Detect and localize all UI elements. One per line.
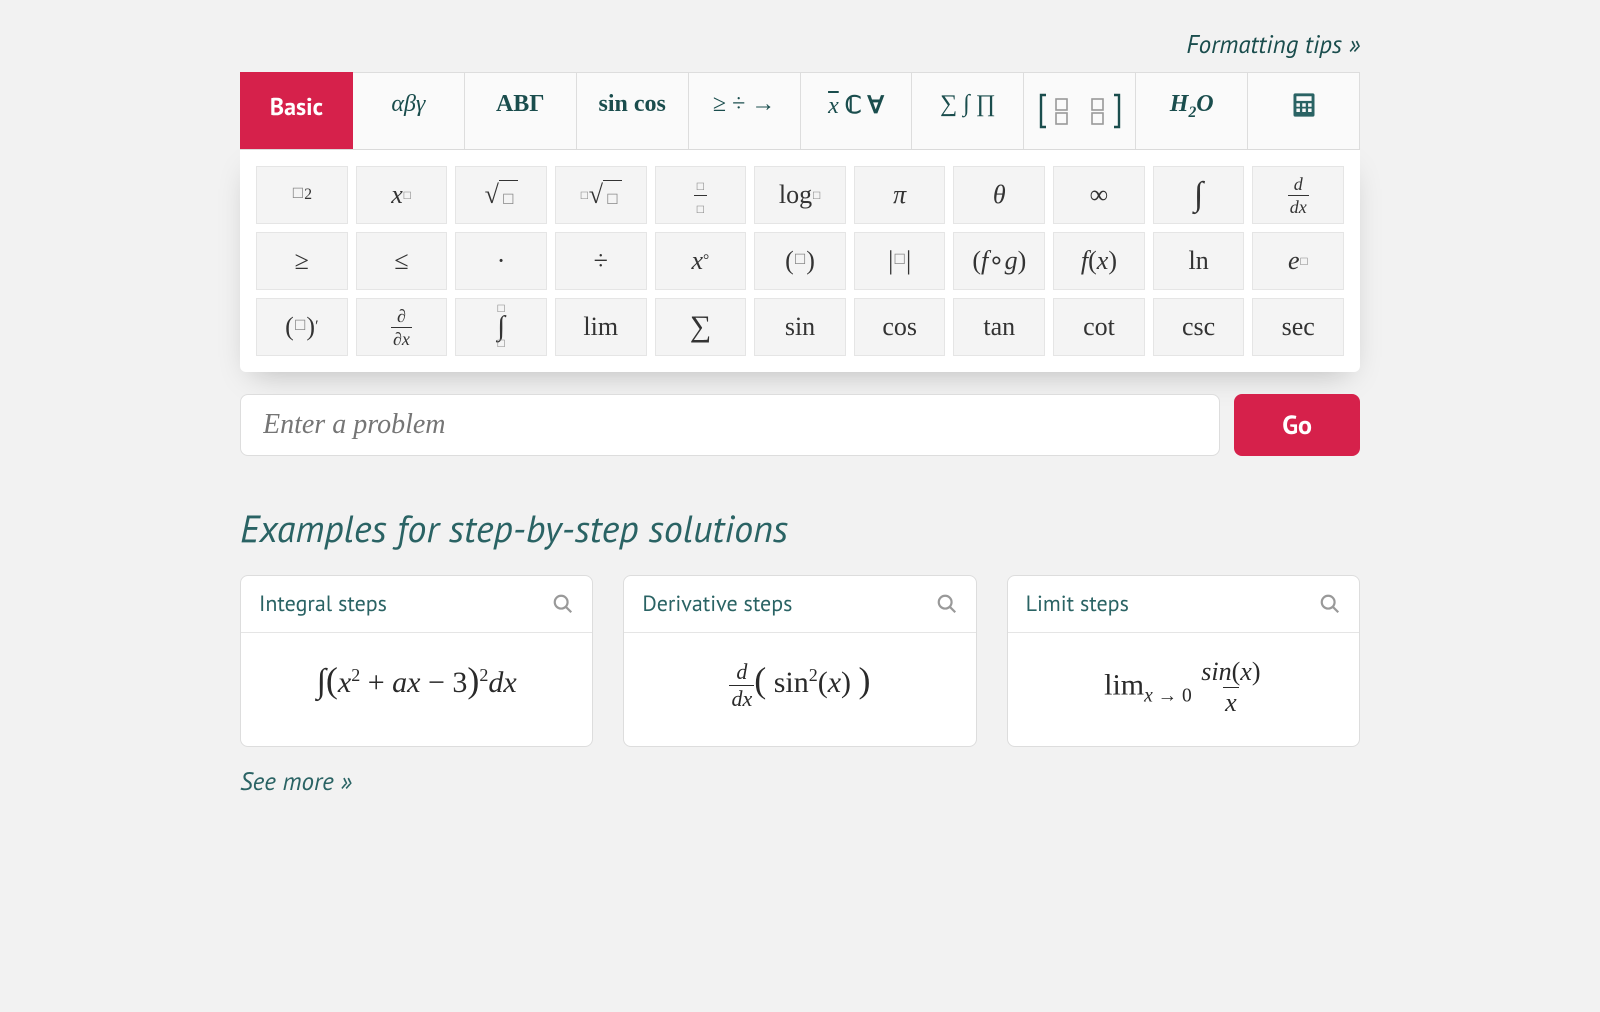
calculator-icon — [1290, 91, 1318, 119]
tab-bigops[interactable]: ∑ ∫ ∏ — [912, 72, 1024, 149]
key-tan[interactable]: tan — [953, 298, 1045, 356]
search-icon — [1319, 593, 1341, 615]
key-prime[interactable]: ( ☐ )′ — [256, 298, 348, 356]
key-square[interactable]: ☐2 — [256, 166, 348, 224]
key-cot[interactable]: cot — [1053, 298, 1145, 356]
key-derivative[interactable]: ddx — [1252, 166, 1344, 224]
key-parentheses[interactable]: ( ☐ ) — [754, 232, 846, 290]
tab-relations[interactable]: ≥ ÷ → — [689, 72, 801, 149]
tab-greek-upper[interactable]: ΑΒΓ — [465, 72, 577, 149]
keypad-panel: ☐2 x☐ √☐ ☐√☐ ☐☐ log☐ π θ ∞ ∫ ddx ≥ ≤ · ÷… — [240, 150, 1360, 372]
tab-calculator[interactable] — [1248, 72, 1360, 149]
tab-greek-lower[interactable]: αβγ — [353, 72, 465, 149]
key-integral[interactable]: ∫ — [1153, 166, 1245, 224]
key-leq[interactable]: ≤ — [356, 232, 448, 290]
key-cdot[interactable]: · — [455, 232, 547, 290]
search-icon — [936, 593, 958, 615]
example-expression-derivative: ddx( sin2(x) ) — [624, 633, 975, 740]
key-csc[interactable]: csc — [1153, 298, 1245, 356]
tab-basic[interactable]: Basic — [240, 72, 353, 149]
tab-sets[interactable]: x ℂ ∀ — [801, 72, 913, 149]
key-sqrt[interactable]: √☐ — [455, 166, 547, 224]
key-pi[interactable]: π — [854, 166, 946, 224]
key-sum[interactable]: ∑ — [655, 298, 747, 356]
problem-input[interactable] — [240, 394, 1220, 456]
key-fx[interactable]: f (x) — [1053, 232, 1145, 290]
formatting-tips-link[interactable]: Formatting tips » — [1186, 28, 1360, 60]
key-cos[interactable]: cos — [854, 298, 946, 356]
key-fraction[interactable]: ☐☐ — [655, 166, 747, 224]
tab-trig[interactable]: sin cos — [577, 72, 689, 149]
key-geq[interactable]: ≥ — [256, 232, 348, 290]
matrix-icon — [1038, 91, 1122, 131]
key-composition[interactable]: ( f ∘ g ) — [953, 232, 1045, 290]
example-expression-limit: limx → 0 sin(x)x — [1008, 633, 1359, 746]
example-title: Limit steps — [1026, 590, 1129, 618]
key-lim[interactable]: lim — [555, 298, 647, 356]
key-exp[interactable]: e☐ — [1252, 232, 1344, 290]
examples-heading: Examples for step-by-step solutions — [240, 504, 1360, 553]
example-card-derivative[interactable]: Derivative steps ddx( sin2(x) ) — [623, 575, 976, 747]
key-sin[interactable]: sin — [754, 298, 846, 356]
key-nthroot[interactable]: ☐√☐ — [555, 166, 647, 224]
key-partial[interactable]: ∂∂x — [356, 298, 448, 356]
tab-chem[interactable]: H2O — [1136, 72, 1248, 149]
key-ln[interactable]: ln — [1153, 232, 1245, 290]
key-infinity[interactable]: ∞ — [1053, 166, 1145, 224]
example-expression-integral: ∫(x2 + ax − 3)2dx — [241, 633, 592, 731]
key-power[interactable]: x☐ — [356, 166, 448, 224]
key-degree[interactable]: x° — [655, 232, 747, 290]
key-sec[interactable]: sec — [1252, 298, 1344, 356]
key-divide[interactable]: ÷ — [555, 232, 647, 290]
example-title: Integral steps — [259, 590, 387, 618]
key-theta[interactable]: θ — [953, 166, 1045, 224]
see-more-link[interactable]: See more » — [240, 765, 352, 797]
search-icon — [552, 593, 574, 615]
tab-matrix[interactable] — [1024, 72, 1136, 149]
example-title: Derivative steps — [642, 590, 792, 618]
example-card-integral[interactable]: Integral steps ∫(x2 + ax − 3)2dx — [240, 575, 593, 747]
key-log[interactable]: log☐ — [754, 166, 846, 224]
keypad-tabs: Basic αβγ ΑΒΓ sin cos ≥ ÷ → x ℂ ∀ ∑ ∫ ∏ … — [240, 72, 1360, 150]
go-button[interactable]: Go — [1234, 394, 1360, 456]
key-absolute[interactable]: |☐| — [854, 232, 946, 290]
example-card-limit[interactable]: Limit steps limx → 0 sin(x)x — [1007, 575, 1360, 747]
key-defintegral[interactable]: ☐∫☐ — [455, 298, 547, 356]
